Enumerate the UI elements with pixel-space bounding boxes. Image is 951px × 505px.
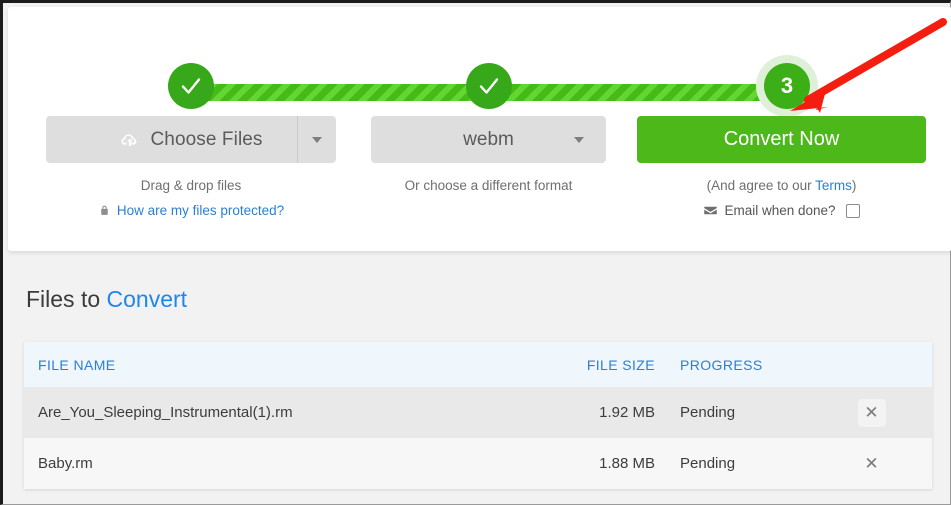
choose-files-button[interactable]: Choose Files bbox=[46, 116, 336, 163]
output-format-value: webm bbox=[463, 128, 514, 150]
choose-files-dropdown-toggle[interactable] bbox=[297, 116, 336, 163]
stepper-step-3-label: 3 bbox=[780, 73, 794, 98]
file-name-cell: Are_You_Sleeping_Instrumental(1).rm bbox=[38, 404, 293, 421]
column-header-progress: PROGRESS bbox=[680, 356, 763, 373]
email-when-done-label: Email when done? bbox=[724, 203, 836, 218]
stepper-step-3-halo: 3 bbox=[756, 55, 818, 117]
drag-drop-helper-text: Drag & drop files bbox=[140, 178, 242, 193]
table-row[interactable]: Are_You_Sleeping_Instrumental(1).rm 1.92… bbox=[24, 387, 932, 438]
terms-text: (And agree to our Terms) bbox=[637, 178, 926, 193]
caret-down-icon bbox=[574, 137, 584, 143]
check-icon bbox=[179, 74, 203, 98]
progress-stepper: 3 bbox=[8, 37, 951, 117]
files-protected-row[interactable]: How are my files protected? bbox=[46, 203, 336, 218]
output-format-select[interactable]: webm bbox=[371, 116, 606, 163]
files-protected-link[interactable]: How are my files protected? bbox=[117, 203, 284, 218]
files-section-heading: Files to Convert bbox=[26, 286, 187, 313]
stepper-step-3[interactable]: 3 bbox=[764, 63, 810, 109]
converter-panel: 3 Choose Files Drag & drop files How are… bbox=[8, 7, 951, 251]
terms-link[interactable]: Terms bbox=[815, 178, 852, 193]
files-heading-prefix: Files to bbox=[26, 286, 107, 312]
file-delete-cell: ✕ bbox=[815, 450, 928, 478]
format-column: webm Or choose a different format bbox=[371, 116, 606, 193]
file-size-cell: 1.88 MB bbox=[599, 455, 655, 472]
files-table: FILE NAME FILE SIZE PROGRESS Are_You_Sle… bbox=[24, 342, 932, 489]
close-icon[interactable]: ✕ bbox=[857, 398, 886, 427]
check-icon bbox=[477, 74, 501, 98]
convert-now-button[interactable]: Convert Now bbox=[637, 116, 926, 163]
file-progress-cell: Pending bbox=[680, 404, 736, 421]
files-heading-highlight: Convert bbox=[106, 286, 188, 312]
close-icon[interactable]: ✕ bbox=[858, 450, 886, 478]
stepper-step-2[interactable] bbox=[466, 63, 512, 109]
column-header-file-name: FILE NAME bbox=[38, 356, 116, 373]
choose-files-column: Choose Files Drag & drop files How are m… bbox=[46, 116, 336, 218]
cloud-upload-icon bbox=[119, 129, 141, 151]
email-when-done-row[interactable]: Email when done? bbox=[637, 203, 926, 218]
envelope-icon bbox=[703, 203, 718, 218]
page-root: 3 Choose Files Drag & drop files How are… bbox=[0, 0, 951, 505]
email-when-done-checkbox[interactable] bbox=[845, 203, 860, 218]
convert-column: Convert Now (And agree to our Terms) Ema… bbox=[637, 116, 926, 218]
file-progress-cell: Pending bbox=[680, 455, 736, 472]
stepper-step-1[interactable] bbox=[168, 63, 214, 109]
choose-files-label: Choose Files bbox=[150, 128, 263, 150]
column-header-file-size: FILE SIZE bbox=[586, 356, 655, 373]
table-row[interactable]: Baby.rm 1.88 MB Pending ✕ bbox=[24, 438, 932, 489]
file-size-cell: 1.92 MB bbox=[599, 404, 655, 421]
action-row: Choose Files Drag & drop files How are m… bbox=[8, 116, 951, 231]
convert-now-label: Convert Now bbox=[723, 128, 840, 150]
terms-prefix: (And agree to our bbox=[706, 178, 816, 193]
caret-down-icon bbox=[312, 136, 322, 143]
file-delete-cell: ✕ bbox=[815, 398, 928, 427]
file-name-cell: Baby.rm bbox=[38, 455, 93, 472]
terms-suffix: ) bbox=[851, 178, 857, 193]
format-helper-text: Or choose a different format bbox=[404, 178, 573, 193]
lock-icon bbox=[98, 204, 111, 217]
files-table-header: FILE NAME FILE SIZE PROGRESS bbox=[24, 342, 932, 387]
